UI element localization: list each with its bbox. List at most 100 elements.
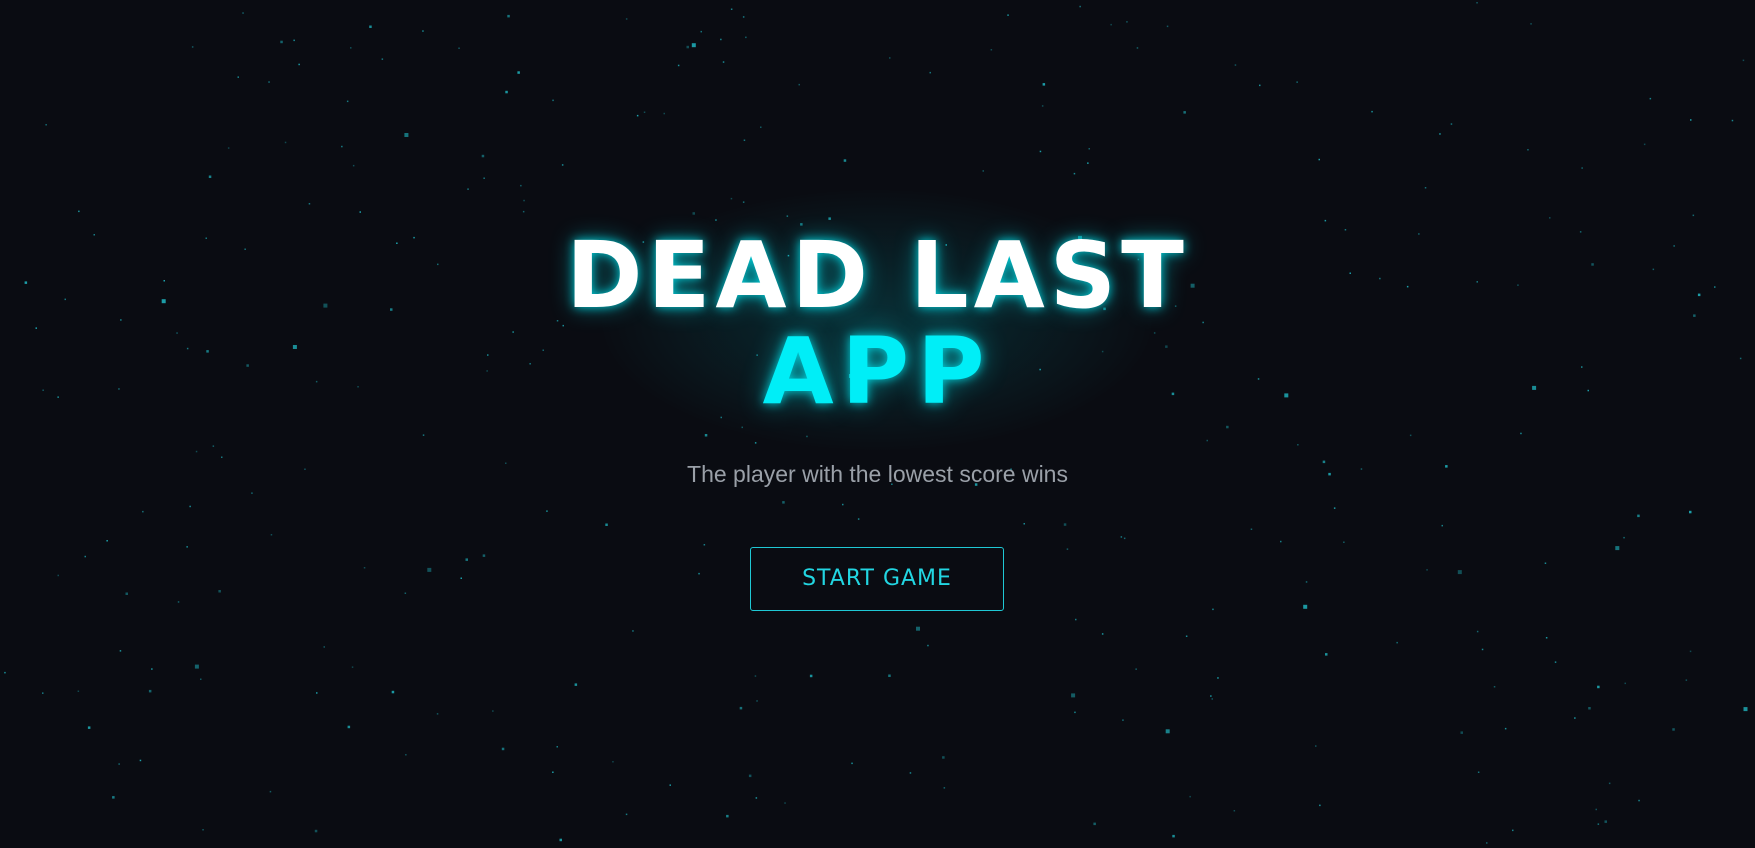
star	[691, 43, 696, 48]
star	[982, 170, 984, 172]
star	[350, 47, 352, 49]
star	[404, 133, 409, 137]
star	[405, 754, 407, 756]
star	[1530, 23, 1532, 25]
star	[1166, 25, 1169, 28]
star	[1460, 731, 1463, 734]
star	[481, 154, 485, 158]
star	[142, 510, 144, 513]
star	[1303, 604, 1308, 609]
star	[1685, 679, 1688, 681]
star	[1233, 810, 1236, 812]
star	[1234, 64, 1237, 66]
star	[552, 771, 554, 773]
star	[1324, 219, 1327, 222]
star	[148, 689, 152, 693]
star	[1333, 507, 1336, 509]
star	[692, 212, 695, 215]
star	[1409, 434, 1412, 437]
star	[1250, 528, 1253, 530]
star	[460, 577, 462, 579]
star	[341, 145, 343, 148]
star	[1637, 514, 1640, 518]
star	[1120, 536, 1123, 538]
star	[1743, 707, 1748, 712]
star	[916, 626, 920, 631]
star	[1481, 648, 1484, 651]
star	[186, 546, 188, 548]
star	[748, 774, 752, 778]
star	[1280, 540, 1282, 543]
star	[308, 203, 311, 205]
star	[784, 802, 786, 804]
star	[888, 674, 891, 677]
star	[119, 650, 122, 652]
star	[492, 710, 494, 712]
star	[1649, 97, 1652, 100]
star	[743, 139, 746, 141]
star	[663, 112, 665, 115]
star	[1039, 150, 1042, 153]
star	[1079, 5, 1081, 8]
star	[1319, 804, 1321, 807]
star	[1165, 729, 1170, 734]
star	[195, 450, 198, 453]
star	[1476, 630, 1479, 633]
star	[125, 592, 128, 595]
star	[1742, 59, 1745, 62]
star	[643, 111, 646, 113]
star	[1066, 548, 1069, 550]
star	[1259, 84, 1261, 87]
star	[1426, 569, 1428, 571]
star	[522, 210, 525, 213]
star	[284, 141, 287, 144]
star	[270, 534, 273, 536]
star	[632, 630, 634, 632]
star	[507, 14, 510, 18]
star	[843, 159, 847, 162]
star	[1212, 608, 1214, 611]
star	[929, 71, 931, 74]
star	[77, 690, 80, 692]
star	[465, 558, 468, 561]
star	[1424, 187, 1427, 189]
star	[1441, 524, 1443, 527]
star	[87, 726, 91, 729]
star	[704, 434, 708, 437]
star	[1110, 23, 1112, 26]
star	[1371, 110, 1373, 113]
star	[57, 574, 59, 577]
star	[505, 90, 508, 94]
star	[1041, 105, 1044, 107]
star	[1189, 795, 1191, 798]
star	[1595, 808, 1597, 811]
star	[1396, 641, 1398, 644]
star	[1597, 685, 1600, 689]
star	[726, 814, 729, 818]
star	[1136, 47, 1139, 49]
star	[1574, 717, 1576, 719]
star	[351, 666, 354, 668]
star	[1588, 707, 1591, 710]
star	[1689, 510, 1692, 514]
star	[1604, 820, 1607, 823]
title-screen: DEAD LAST APP The player with the lowest…	[0, 0, 1755, 848]
star	[1210, 695, 1212, 697]
star	[1172, 834, 1175, 838]
star	[889, 57, 891, 59]
star	[942, 756, 945, 759]
star	[1597, 823, 1600, 825]
star	[1549, 217, 1551, 219]
star	[798, 83, 800, 86]
star	[359, 211, 361, 213]
star	[42, 692, 44, 694]
star	[1211, 698, 1213, 700]
star	[927, 644, 929, 647]
star	[352, 164, 355, 167]
start-game-button[interactable]: START GAME	[750, 547, 1004, 611]
star	[436, 713, 439, 715]
star	[242, 12, 244, 14]
star	[1689, 650, 1692, 653]
star	[1074, 711, 1076, 714]
star	[523, 199, 525, 202]
